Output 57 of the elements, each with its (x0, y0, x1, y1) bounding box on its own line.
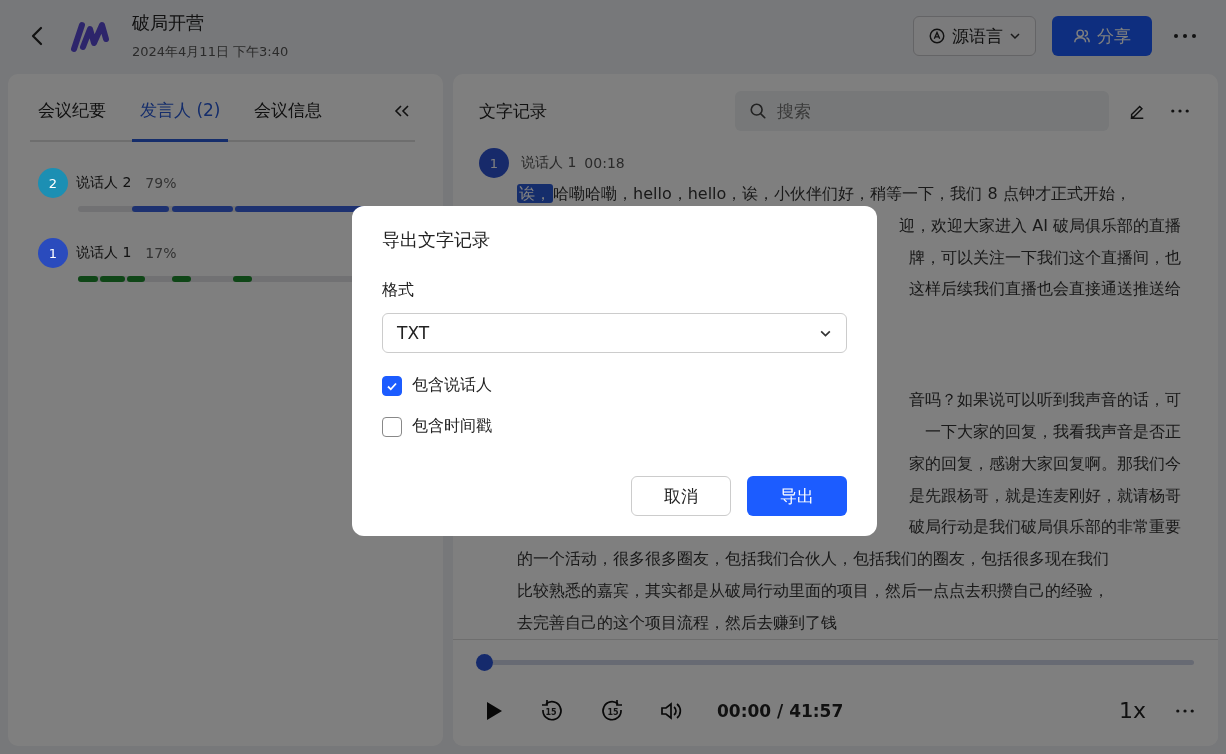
tab[interactable]: 发言人 (2) (132, 96, 229, 142)
transcript-line: 去完善自己的这个项目流程，然后去赚到了钱 (517, 612, 837, 632)
transcript-line: 这样后续我们直播也会直接通送推送给 (909, 279, 1181, 299)
share-button[interactable]: 分享 (1052, 16, 1152, 56)
language-button[interactable]: 源语言 (913, 16, 1036, 56)
panel-title: 文字记录 (479, 99, 548, 123)
double-chevron-left-icon (393, 104, 411, 118)
rewind-button[interactable]: 15 (535, 694, 567, 727)
circular-arrow-icon (539, 698, 563, 723)
timestamp: 00:18 (584, 155, 625, 172)
playback-time: 00:00 / 41:57 (717, 700, 844, 721)
speaker-name: 说话人 1 (521, 154, 577, 173)
circular-arrow-icon (601, 698, 625, 723)
search-icon (748, 102, 767, 120)
highlighted-word: 诶， (517, 184, 553, 204)
speaker-avatar: 1 (479, 148, 509, 179)
people-icon (1073, 27, 1091, 45)
speaker-avatar: 1 (38, 238, 68, 268)
dialog-title: 导出文字记录 (382, 228, 491, 252)
checkbox-option[interactable]: 包含说话人 (382, 375, 847, 396)
transcript-line: 音吗？如果说可以听到我声音的话，可 (909, 390, 1181, 410)
meeting-date: 2024年4月11日 下午3:40 (132, 43, 289, 61)
transcript-line: 的一个活动，很多很多圈友，包括我们合伙人，包括我们的圈友，包括很多现在我们 (517, 549, 1109, 569)
transcript-line: 迎，欢迎大家进入 AI 破局俱乐部的直播 (899, 215, 1181, 235)
more-icon (1170, 109, 1189, 113)
speaker-share: 79% (145, 175, 177, 191)
transcript-line: 破局行动是我们破局俱乐部的非常重要 (909, 517, 1181, 537)
more-button[interactable] (1176, 708, 1194, 713)
search-field[interactable]: 搜索 (734, 91, 1109, 131)
speaker-name: 说话人 1 (76, 244, 132, 262)
progress-track[interactable] (477, 653, 1194, 671)
speed-button[interactable]: 1x (1118, 698, 1146, 724)
checkbox[interactable] (382, 416, 402, 437)
transcript-line: 家的回复，感谢大家回复啊。那我们今 (909, 453, 1181, 473)
transcript-line: 比较熟悉的嘉宾，其实都是从破局行动里面的项目，然后一点点去积攒自己的经验， (517, 581, 1109, 600)
forward-button[interactable]: 15 (597, 694, 629, 727)
speaker-name: 说话人 2 (76, 174, 132, 192)
transcript-line: 牌，可以关注一下我们这个直播间，也 (909, 247, 1181, 267)
meeting-title: 破局开营 (132, 11, 205, 35)
checkbox[interactable] (382, 375, 402, 396)
tab[interactable]: 会议信息 (246, 96, 331, 142)
translate-icon (928, 27, 946, 45)
tab[interactable]: 会议纪要 (30, 96, 114, 142)
transcript-line: 是先跟杨哥，就是连麦刚好，就请杨哥 (909, 485, 1181, 505)
speaker-share: 17% (145, 245, 177, 261)
field-label: 格式 (382, 280, 415, 301)
more-icon (1173, 33, 1197, 39)
progress-thumb[interactable] (476, 653, 493, 671)
checkbox-option[interactable]: 包含时间戳 (382, 416, 847, 437)
more-icon (1176, 708, 1194, 713)
speaker-avatar: 2 (38, 168, 68, 198)
chevron-down-icon (1009, 30, 1021, 42)
export-button[interactable]: 导出 (747, 476, 847, 516)
format-select[interactable]: TXT (382, 313, 847, 353)
transcript-line: 一下大家的回复，我看我声音是否正 (925, 422, 1181, 442)
cancel-button[interactable]: 取消 (631, 476, 731, 516)
transcript-line: 哈嘞哈嘞，hello，hello，诶，小伙伴们好，稍等一下，我们 8 点钟才正式开始， (553, 184, 1131, 204)
